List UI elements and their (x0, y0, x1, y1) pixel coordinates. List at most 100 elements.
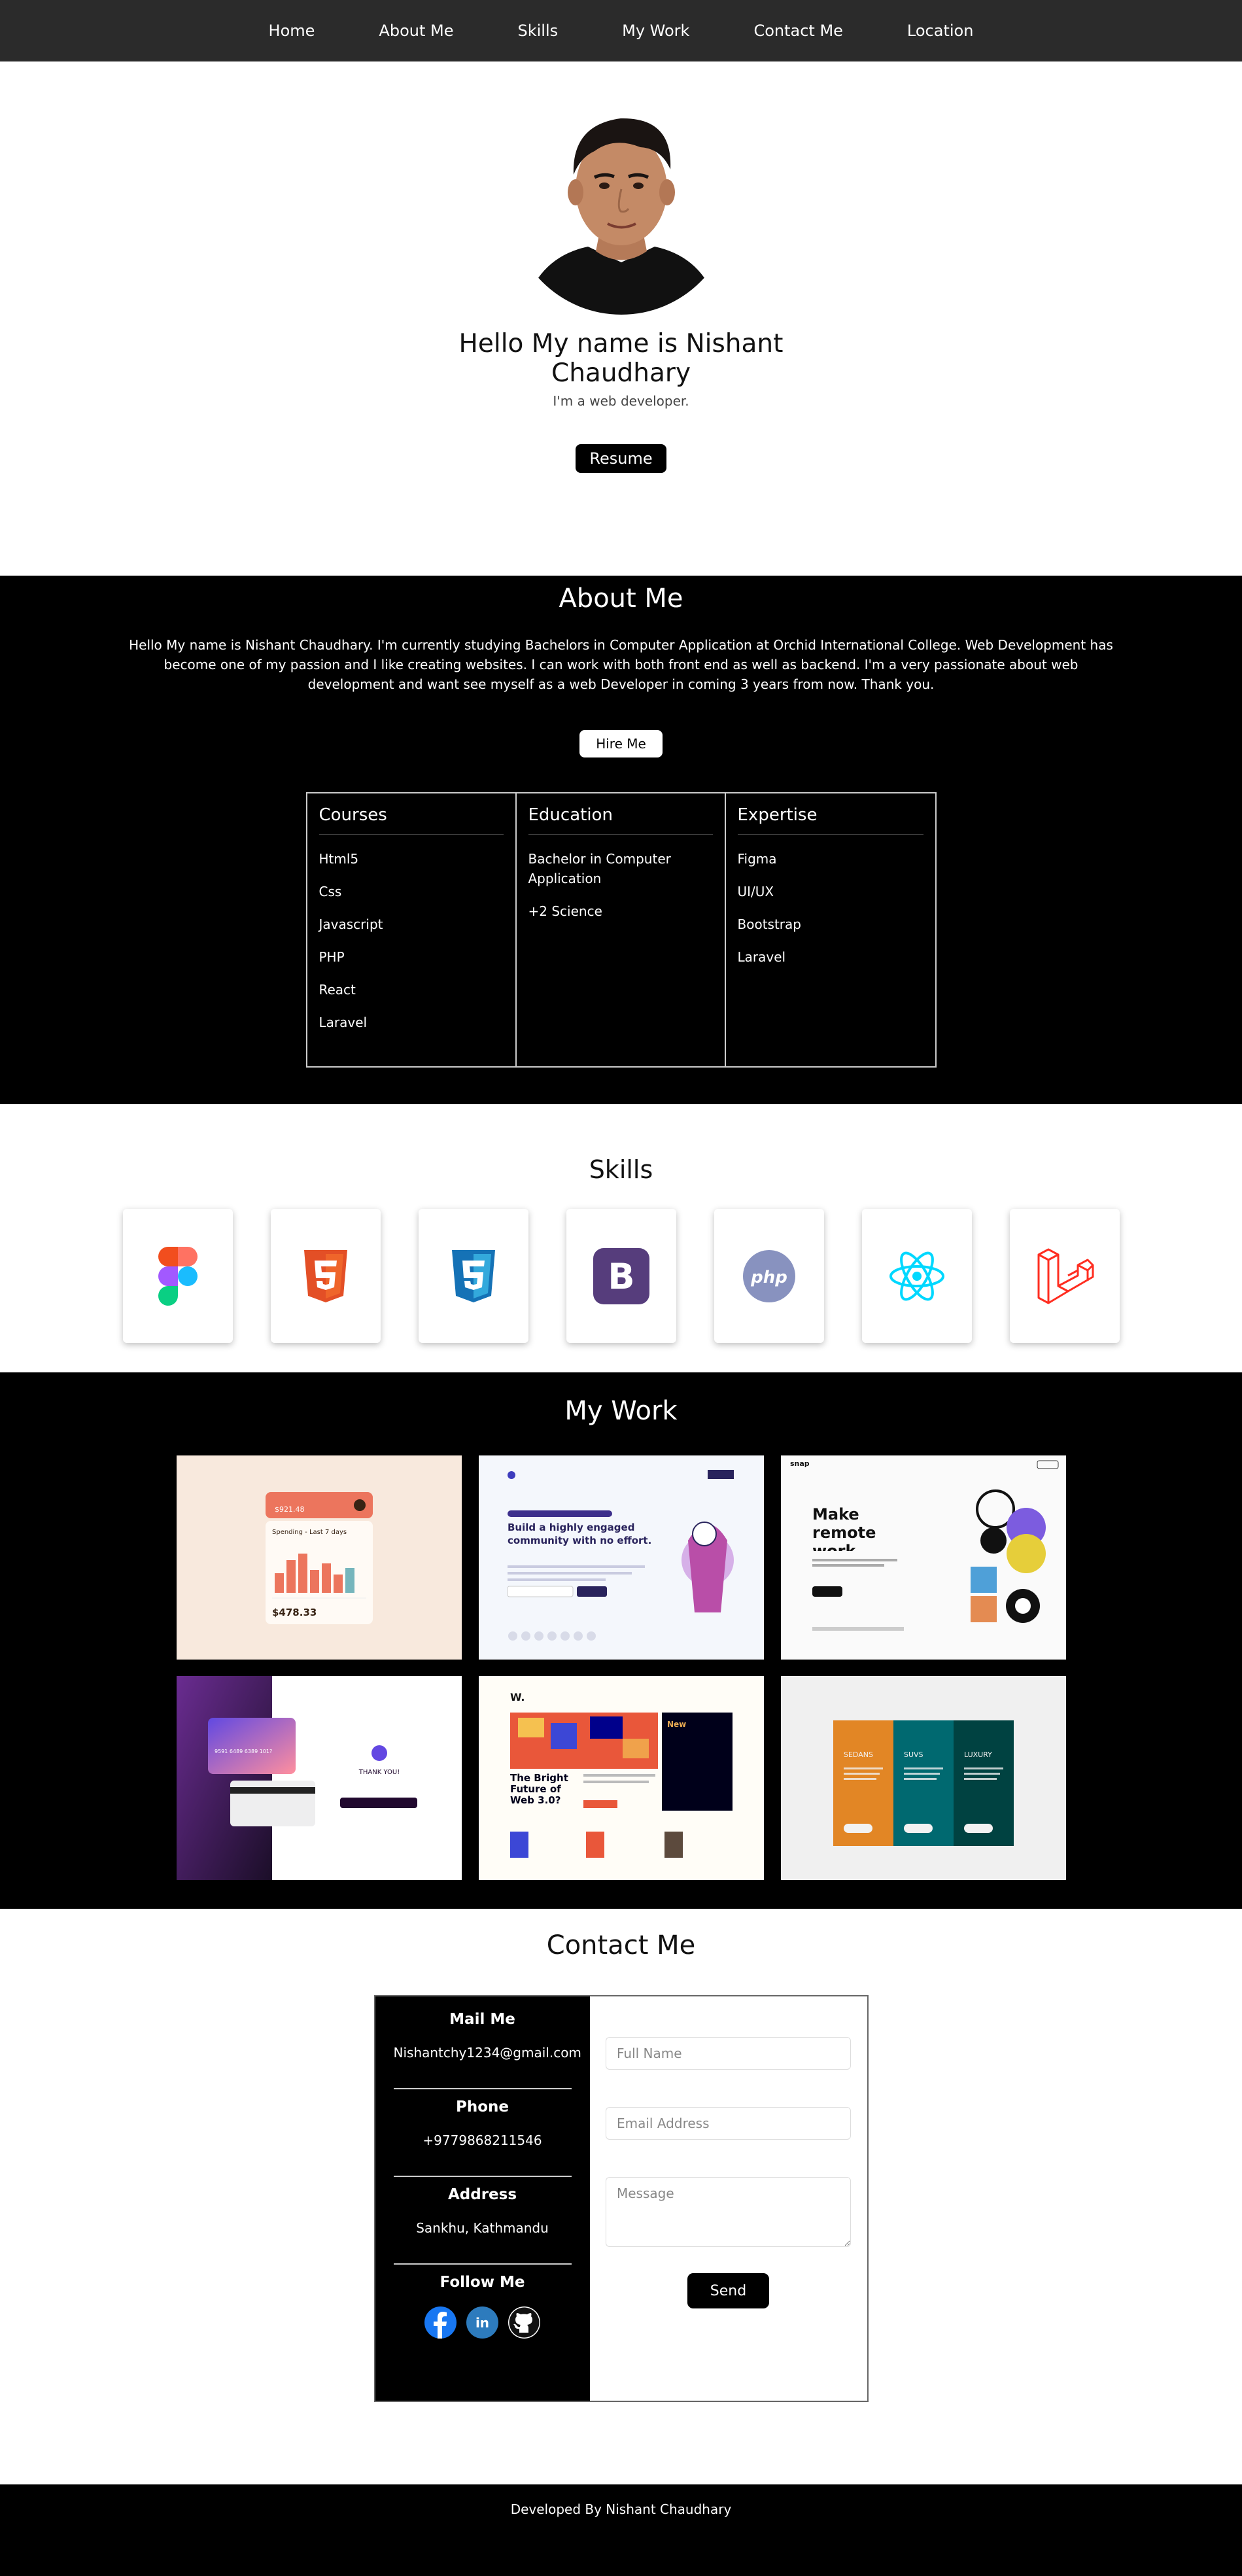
expertise-item: Figma (737, 851, 777, 867)
resume-button[interactable]: Resume (576, 444, 666, 473)
react-icon (889, 1251, 944, 1300)
hero-heading: Hello My name is Nishant Chaudhary (458, 329, 784, 388)
cars-col-suvs: SUVS (904, 1750, 923, 1759)
expenses-balance: $921.48 (275, 1505, 305, 1514)
address-label: Address (447, 2186, 517, 2203)
css3-icon (451, 1249, 495, 1302)
expertise-title: Expertise (737, 805, 923, 835)
news-preview: W. New The Bright Future of Web 3.0? (509, 1691, 733, 1858)
mail-value: Nishantchy1234@gmail.com (393, 2045, 581, 2061)
education-title: Education (528, 805, 713, 835)
follow-label: Follow Me (440, 2274, 525, 2291)
bootstrap-icon: B (593, 1247, 649, 1304)
address-value: Sankhu, Kathmandu (416, 2220, 549, 2236)
divider (393, 2263, 572, 2265)
full-name-input[interactable] (606, 2037, 851, 2070)
contact-box: Mail Me Nishantchy1234@gmail.com Phone +… (373, 1995, 869, 2402)
nav-about[interactable]: About Me (347, 22, 485, 40)
news-title: The Bright Future of Web 3.0? (509, 1773, 568, 1806)
skill-card-html (270, 1209, 381, 1343)
expertise-item: UI/UX (737, 884, 774, 899)
work-section: My Work $921.48 Spending - Last 7 days $… (0, 1372, 1242, 1909)
divider (393, 2088, 572, 2089)
phone-value: +9779868211546 (423, 2132, 542, 2148)
payment-preview: 9591 6489 6389 101? THANK YOU! (176, 1676, 417, 1880)
skill-card-bootstrap: B (566, 1209, 676, 1343)
snap-title: Make remote work (812, 1505, 876, 1551)
courses-column: Courses Html5 Css Javascript PHP React L… (307, 793, 517, 1066)
info-table: Courses Html5 Css Javascript PHP React L… (305, 792, 937, 1068)
about-paragraph: Hello My name is Nishant Chaudhary. I'm … (129, 637, 1113, 692)
skill-card-figma (122, 1209, 233, 1343)
project-card-news[interactable]: W. New The Bright Future of Web 3.0? (478, 1676, 764, 1880)
course-item: Javascript (319, 916, 383, 932)
skills-row: B php (122, 1209, 1120, 1343)
contact-form: Send (590, 1996, 867, 2401)
cars-col-luxury: LUXURY (964, 1750, 992, 1759)
expertise-item: Bootstrap (737, 916, 801, 932)
payment-thanks: THANK YOU! (358, 1769, 399, 1776)
payment-card-number: 9591 6489 6389 101? (215, 1749, 272, 1754)
cars-preview: SEDANS SUVS LUXURY (833, 1720, 1014, 1846)
education-column: Education Bachelor in Computer Applicati… (517, 793, 726, 1066)
footer-credit: Developed By Nishant Chaudhary (510, 2501, 732, 2517)
project-card-snap[interactable]: snap Make remote work (780, 1455, 1066, 1660)
svg-text:W.: W. (510, 1691, 525, 1703)
hero-section: Hello My name is Nishant Chaudhary I'm a… (0, 61, 1242, 576)
course-item: React (319, 982, 356, 998)
snap-preview: snap Make remote work (790, 1459, 1058, 1631)
about-section: About Me Hello My name is Nishant Chaudh… (0, 576, 1242, 1104)
divider (393, 2176, 572, 2177)
svg-text:php: php (750, 1268, 787, 1287)
skills-title: Skills (589, 1155, 653, 1184)
linkedin-icon[interactable]: in (466, 2306, 498, 2339)
php-icon: php (742, 1249, 795, 1302)
course-item: PHP (319, 949, 345, 965)
svg-text:B: B (608, 1256, 634, 1297)
skill-card-css (418, 1209, 528, 1343)
nav-home[interactable]: Home (237, 22, 347, 40)
project-card-payment[interactable]: 9591 6489 6389 101? THANK YOU! (176, 1676, 462, 1880)
expenses-amount: $478.33 (272, 1607, 317, 1618)
figma-icon (158, 1246, 198, 1306)
message-textarea[interactable] (606, 2177, 851, 2247)
cars-col-sedans: SEDANS (844, 1750, 873, 1759)
news-badge: New (667, 1720, 686, 1729)
contact-title: Contact Me (546, 1930, 696, 1960)
send-button[interactable]: Send (687, 2273, 769, 2308)
course-item: Laravel (319, 1015, 368, 1030)
expertise-item: Laravel (737, 949, 786, 965)
laravel-icon (1037, 1248, 1094, 1304)
email-input[interactable] (606, 2107, 851, 2140)
skill-card-react (861, 1209, 972, 1343)
phone-label: Phone (455, 2098, 509, 2115)
expenses-preview: $921.48 Spending - Last 7 days $478.33 (265, 1492, 373, 1624)
mail-label: Mail Me (449, 2011, 515, 2028)
education-item: Bachelor in Computer Application (528, 851, 671, 886)
github-icon[interactable] (508, 2306, 540, 2339)
snap-brand: snap (790, 1459, 810, 1468)
course-item: Css (319, 884, 342, 899)
hire-me-button[interactable]: Hire Me (579, 730, 663, 757)
about-title: About Me (559, 583, 683, 614)
education-item: +2 Science (528, 903, 602, 919)
nav-contact[interactable]: Contact Me (721, 22, 874, 40)
nav-location[interactable]: Location (875, 22, 1006, 40)
svg-text:in: in (475, 2315, 489, 2331)
project-card-community[interactable]: Build a highly engaged community with no… (478, 1455, 764, 1660)
community-preview: Build a highly engaged community with no… (478, 1455, 764, 1641)
nav-my-work[interactable]: My Work (590, 22, 721, 40)
nav-skills[interactable]: Skills (485, 22, 590, 40)
expenses-label: Spending - Last 7 days (272, 1529, 347, 1536)
course-item: Html5 (319, 851, 359, 867)
facebook-icon[interactable] (424, 2306, 457, 2339)
hero-tagline: I'm a web developer. (553, 393, 689, 409)
work-title: My Work (564, 1396, 678, 1426)
profile-photo (509, 91, 733, 315)
top-nav: Home About Me Skills My Work Contact Me … (0, 0, 1242, 61)
work-grid: $921.48 Spending - Last 7 days $478.33 B… (176, 1455, 1066, 1880)
contact-section: Contact Me Mail Me Nishantchy1234@gmail.… (0, 1909, 1242, 2484)
skill-card-laravel (1009, 1209, 1120, 1343)
project-card-cars[interactable]: SEDANS SUVS LUXURY (780, 1676, 1066, 1880)
project-card-expenses[interactable]: $921.48 Spending - Last 7 days $478.33 (176, 1455, 462, 1660)
